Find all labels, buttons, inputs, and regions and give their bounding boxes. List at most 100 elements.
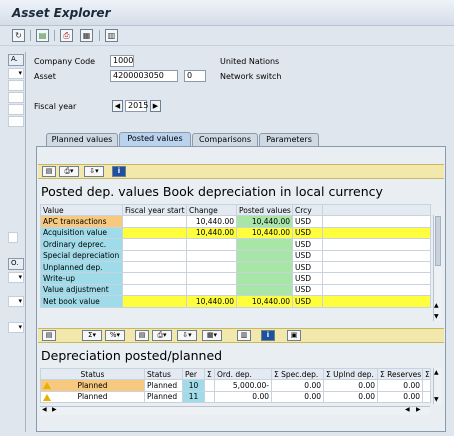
empty-cell [422,390,431,404]
refresh-icon[interactable]: ↻ [12,29,25,42]
subtotal-icon[interactable]: %▾ [105,330,125,341]
table-row[interactable]: Ordinary deprec. USD [40,238,431,251]
nav-header-o[interactable]: O. [8,258,24,270]
value-label[interactable]: Unplanned dep. [40,260,123,274]
column-header[interactable]: Fiscal year start [122,203,187,217]
column-header[interactable]: Change [186,203,237,217]
scroll-down-icon[interactable]: ▼ [434,313,439,320]
column-header[interactable]: Ord. dep. [214,367,272,381]
column-header[interactable]: Value [40,203,123,217]
depreciation-table-vscroll[interactable]: ▲ ▼ [433,368,442,404]
status-cell[interactable]: Planned [40,379,145,392]
status-cell[interactable]: Planned [40,390,145,404]
scroll-up-icon[interactable]: ▲ [434,369,439,376]
currency-cell: USD [292,272,323,285]
details-icon[interactable]: ▥ [105,29,118,42]
column-header[interactable]: Σ Spec.dep. [271,367,324,381]
change-cell: 10,440.00 [186,295,237,308]
export-icon[interactable]: ⇩▾ [177,330,197,341]
value-label[interactable]: Value adjustment [40,283,123,297]
nav-row[interactable] [8,80,24,91]
nav-row-expander[interactable]: ▾ [8,272,24,283]
details-icon[interactable]: ▤ [42,330,56,341]
value-label[interactable]: Net book value [40,295,123,308]
scroll-thumb[interactable] [435,216,441,266]
nav-header-a[interactable]: A. [8,54,24,66]
column-header[interactable]: Status [144,367,183,381]
column-header[interactable]: Σ Uplnd dep. [323,367,378,381]
nav-row[interactable] [8,92,24,103]
column-header[interactable]: Crcy [292,203,323,217]
column-header[interactable]: Σ [422,367,431,381]
print-preview-icon[interactable]: ⎙▾ [152,330,172,341]
table-row[interactable]: Acquisition value 10,440.00 10,440.00 US… [40,226,431,240]
export-icon[interactable]: ⇩▾ [84,166,104,177]
scroll-left-icon[interactable]: ◀ [42,406,47,413]
table-row[interactable]: APC transactions 10,440.00 10,440.00 USD [40,215,431,228]
nav-row[interactable] [8,104,24,115]
fy-start-cell [122,272,187,285]
nav-row-expander[interactable]: ▾ [8,296,24,307]
save-icon[interactable]: ▤ [36,29,49,42]
tab-parameters[interactable]: Parameters [259,133,319,146]
scroll-right-icon[interactable]: ▶ [416,406,421,413]
document-icon[interactable]: ▤ [42,166,56,177]
table-row[interactable]: Special depreciation USD [40,249,431,262]
layout-icon[interactable]: ▦▾ [202,330,222,341]
posted-table-scrollbar[interactable]: ▲ ▼ [433,215,442,321]
table-row[interactable]: Write-up USD [40,272,431,285]
nav-row-expander[interactable]: ▾ [8,322,24,333]
tab-planned-values[interactable]: Planned values [46,133,118,146]
table-row[interactable]: Net book value 10,440.00 10,440.00 USD [40,295,431,308]
warning-icon [43,393,51,401]
print-preview-icon[interactable]: ⎙▾ [59,166,79,177]
sort-icon[interactable]: Σ▾ [82,330,102,341]
fiscal-year-field[interactable]: 2015 [125,100,148,112]
asset-description: Network switch [220,72,282,81]
info-icon[interactable]: i [261,330,275,341]
column-header[interactable]: Σ [204,367,215,381]
change-cell [186,283,237,297]
table-row[interactable]: Planned Planned 11 0.00 0.00 0.00 0.00 [40,390,431,404]
selection-icon[interactable]: ▣ [287,330,301,341]
fy-start-cell [122,260,187,274]
fy-start-cell [122,249,187,262]
previous-year-button[interactable]: ◀ [112,100,123,112]
table-header-row: Value Fiscal year start Change Posted va… [40,203,431,217]
column-header[interactable]: Per [182,367,205,381]
table-row[interactable]: Planned Planned 10 5,000.00- 0.00 0.00 0… [40,379,431,392]
nav-row[interactable] [8,116,24,127]
company-name: United Nations [220,57,280,66]
nav-splitter[interactable] [8,232,18,243]
document-icon[interactable]: ▤ [135,330,149,341]
scroll-down-icon[interactable]: ▼ [434,396,439,403]
asset-number-field[interactable]: 4200003050 [110,70,178,82]
column-header[interactable]: Posted values [236,203,293,217]
value-label[interactable]: Special depreciation [40,249,123,262]
table-row[interactable]: Unplanned dep. USD [40,260,431,274]
next-year-button[interactable]: ▶ [150,100,161,112]
nav-row-expander[interactable]: ▾ [8,68,24,79]
column-header[interactable]: Σ Reserves [377,367,423,381]
value-label[interactable]: Write-up [40,272,123,285]
title-bar: Asset Explorer [0,0,454,26]
print-icon[interactable]: ⎙ [60,29,73,42]
info-icon[interactable]: i [112,166,126,177]
value-label[interactable]: Acquisition value [40,226,123,240]
scroll-right-icon[interactable]: ▶ [52,406,57,413]
empty-cell [322,249,431,262]
value-label[interactable]: Ordinary deprec. [40,238,123,251]
asset-subnumber-field[interactable]: 0 [184,70,206,82]
graphic-icon[interactable]: ▥ [237,330,251,341]
scroll-left-icon[interactable]: ◀ [405,406,410,413]
scroll-up-icon[interactable]: ▲ [434,302,439,309]
depreciation-table-hscroll[interactable]: ◀ ▶ ◀ ▶ [40,406,430,415]
value-label[interactable]: APC transactions [40,215,123,228]
tab-posted-values[interactable]: Posted values [119,132,191,146]
column-header[interactable]: Status [40,367,145,381]
layout-icon[interactable]: ▦ [80,29,93,42]
tab-comparisons[interactable]: Comparisons [192,133,258,146]
table-row[interactable]: Value adjustment USD [40,283,431,297]
company-code-field[interactable]: 1000 [110,55,134,67]
change-cell: 10,440.00 [186,226,237,240]
